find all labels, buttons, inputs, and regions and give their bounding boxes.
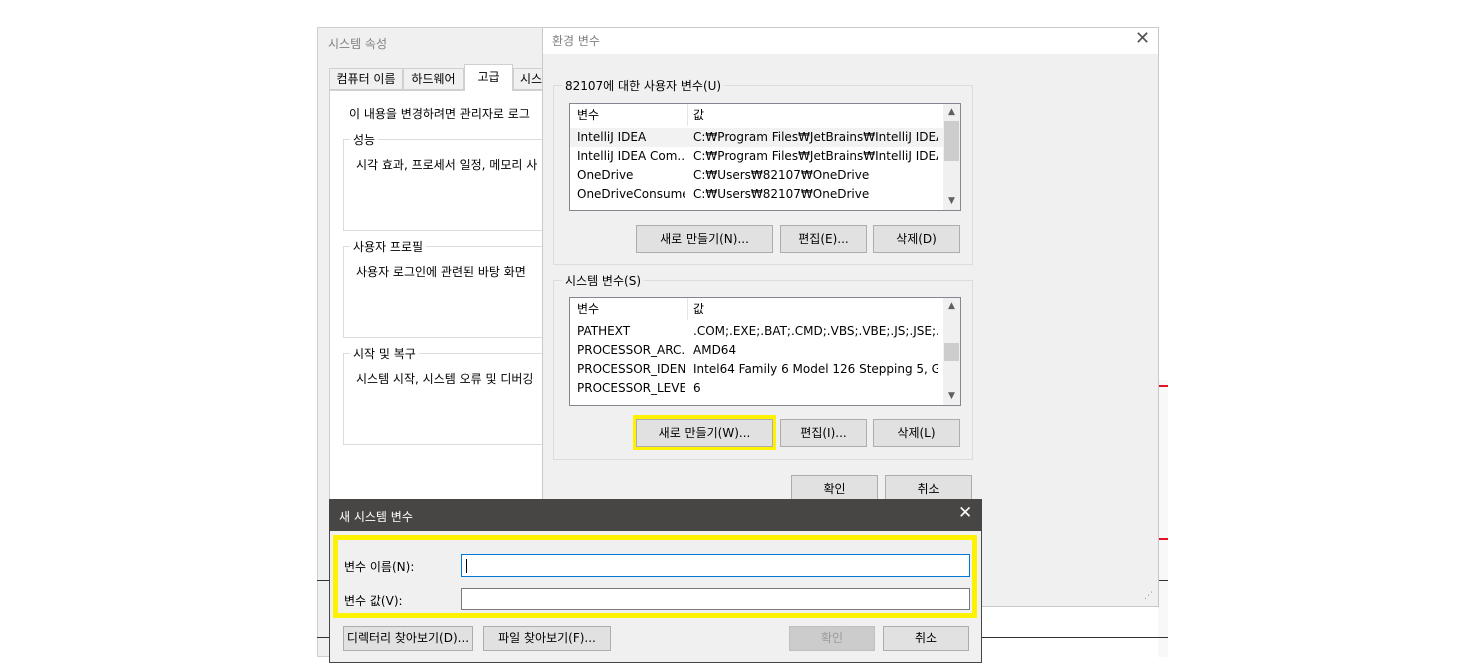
table-row[interactable]: PROCESSOR_ARC... AMD64 [570,341,944,360]
var-name: IntelliJ IDEA Com... [577,149,685,163]
text-cursor [466,559,467,573]
vertical-scrollbar[interactable]: ▲ ▼ [943,104,960,210]
user-variables-list[interactable]: 변수 값 IntelliJ IDEA C:₩Program Files₩JetB… [569,103,961,211]
background-window-edge [1158,380,1168,657]
startup-recovery-group: 시작 및 복구 시스템 시작, 시스템 오류 및 디버깅 [343,345,573,445]
tab-computer-name[interactable]: 컴퓨터 이름 [329,68,403,90]
variable-name-label: 변수 이름(N): [344,560,415,574]
list-header: 변수 값 [570,106,944,125]
dialog-ok-button[interactable]: 확인 [789,626,875,651]
tab-label: 고급 [477,70,500,84]
column-header-value[interactable]: 값 [693,106,938,125]
user-profile-title: 사용자 프로필 [350,238,427,255]
user-variables-group: 82107에 대한 사용자 변수(U) 변수 값 IntelliJ IDEA C… [553,77,973,265]
tab-advanced[interactable]: 고급 [464,64,513,91]
var-value: C:₩Program Files₩JetBrains₩IntelliJ IDEA… [693,149,938,163]
variable-value-label: 변수 값(V): [344,594,403,608]
vertical-scrollbar[interactable]: ▲ ▼ [943,298,960,405]
tab-label: 하드웨어 [411,72,456,86]
dialog-title-bar: 새 시스템 변수 ✕ [330,500,981,531]
performance-group: 성능 시각 효과, 프로세서 일정, 메모리 사 [343,131,573,231]
user-new-button[interactable]: 새로 만들기(N)... [636,225,773,253]
system-variables-title: 시스템 변수(S) [562,272,644,289]
scroll-down-icon[interactable]: ▼ [943,388,960,405]
var-name: PROCESSOR_ARC... [577,343,685,357]
resize-grip-icon[interactable]: ⋰ [1144,591,1153,601]
table-row[interactable]: IntelliJ IDEA Com... C:₩Program Files₩Je… [570,147,944,166]
column-header-name[interactable]: 변수 [577,106,685,125]
table-row[interactable]: PATHEXT .COM;.EXE;.BAT;.CMD;.VBS;.VBE;.J… [570,322,944,341]
table-row[interactable]: IntelliJ IDEA C:₩Program Files₩JetBrains… [570,128,944,147]
var-value: C:₩Program Files₩JetBrains₩IntelliJ IDEA… [693,130,938,144]
user-delete-button[interactable]: 삭제(D) [873,225,960,253]
list-header: 변수 값 [570,300,944,319]
var-name: OneDriveConsumer [577,187,685,201]
system-properties-title: 시스템 속성 [328,37,388,51]
performance-text: 시각 효과, 프로세서 일정, 메모리 사 [356,158,538,172]
dialog-cancel-button[interactable]: 취소 [883,626,969,651]
column-divider [687,298,688,320]
var-name: OneDrive [577,168,634,182]
red-divider [1158,538,1168,540]
close-icon[interactable]: ✕ [958,503,972,523]
var-value: Intel64 Family 6 Model 126 Stepping 5, G… [693,362,938,376]
admin-note: 이 내용을 변경하려면 관리자로 로그 [349,107,530,121]
env-window-title: 환경 변수 [552,34,600,48]
var-value: .COM;.EXE;.BAT;.CMD;.VBS;.VBE;.JS;.JSE;.… [693,324,938,338]
browse-directory-button[interactable]: 디렉터리 찾아보기(D)... [343,626,473,651]
tab-label: 시스 [520,72,543,86]
user-variables-title: 82107에 대한 사용자 변수(U) [562,77,725,94]
user-edit-button[interactable]: 편집(E)... [780,225,867,253]
var-name: PATHEXT [577,324,631,338]
column-divider [687,104,688,126]
dialog-title: 새 시스템 변수 [339,510,413,524]
tab-label: 컴퓨터 이름 [336,72,396,86]
table-row[interactable]: OneDriveConsumer C:₩Users₩82107₩OneDrive [570,185,944,204]
startup-recovery-title: 시작 및 복구 [350,345,419,362]
user-profile-text: 사용자 로그인에 관련된 바탕 화면 [356,265,526,279]
close-icon[interactable]: ✕ [1135,28,1150,50]
table-row[interactable]: OneDrive C:₩Users₩82107₩OneDrive [570,166,944,185]
scroll-down-icon[interactable]: ▼ [943,193,960,210]
startup-recovery-text: 시스템 시작, 시스템 오류 및 디버깅 [356,372,534,386]
column-header-name[interactable]: 변수 [577,300,685,319]
var-value: AMD64 [693,343,737,357]
env-title-bar: 환경 변수 ✕ [543,28,1158,54]
scroll-up-icon[interactable]: ▲ [943,298,960,315]
var-value: C:₩Users₩82107₩OneDrive [693,168,870,182]
system-delete-button[interactable]: 삭제(L) [873,419,960,447]
browse-file-button[interactable]: 파일 찾아보기(F)... [483,626,611,651]
variable-value-field[interactable] [461,588,970,610]
table-row[interactable]: PROCESSOR_IDEN... Intel64 Family 6 Model… [570,360,944,379]
red-divider [1158,385,1168,387]
system-variables-group: 시스템 변수(S) 변수 값 PATHEXT .COM;.EXE;.BAT;.C… [553,272,973,460]
system-edit-button[interactable]: 편집(I)... [780,419,867,447]
tab-hardware[interactable]: 하드웨어 [403,68,464,90]
system-new-button[interactable]: 새로 만들기(W)... [636,419,773,447]
column-header-value[interactable]: 값 [693,300,938,319]
scroll-thumb[interactable] [944,343,959,361]
var-value: 6 [693,381,701,395]
scroll-up-icon[interactable]: ▲ [943,104,960,121]
new-system-variable-dialog: 새 시스템 변수 ✕ 변수 이름(N): 변수 값(V): 디렉터리 찾아보기(… [329,499,982,663]
var-name: PROCESSOR_IDEN... [577,362,685,376]
performance-title: 성능 [350,131,379,148]
var-value: C:₩Users₩82107₩OneDrive [693,187,870,201]
user-profile-group: 사용자 프로필 사용자 로그인에 관련된 바탕 화면 [343,238,573,338]
scroll-thumb[interactable] [944,121,959,161]
var-name: IntelliJ IDEA [577,130,647,144]
table-row[interactable]: PROCESSOR_LEVEL 6 [570,379,944,398]
var-name: PROCESSOR_LEVEL [577,381,685,395]
variable-name-field[interactable] [461,554,970,577]
system-variables-list[interactable]: 변수 값 PATHEXT .COM;.EXE;.BAT;.CMD;.VBS;.V… [569,297,961,406]
